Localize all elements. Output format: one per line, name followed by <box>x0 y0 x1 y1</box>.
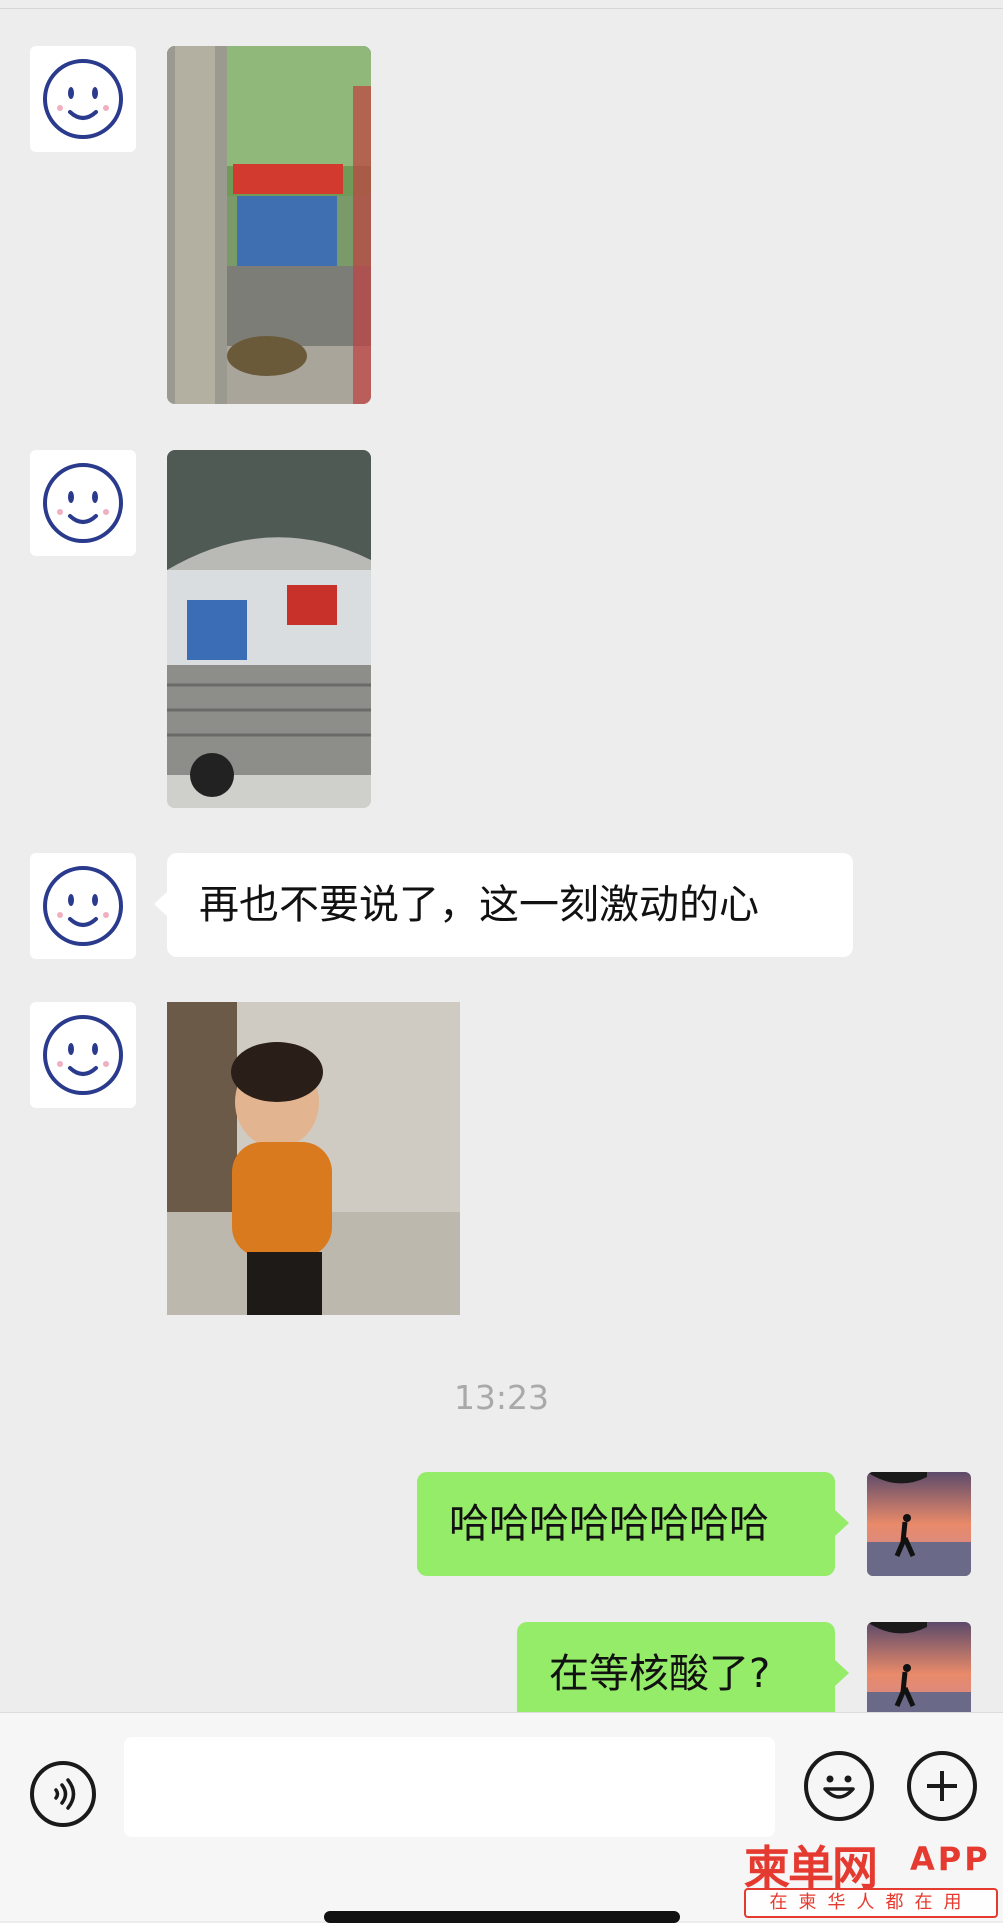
friend-avatar[interactable] <box>30 450 136 556</box>
home-indicator[interactable] <box>324 1911 680 1923</box>
watermark-app-label: APP <box>910 1840 991 1878</box>
smiley-face-icon <box>43 1015 123 1095</box>
photo-message-2[interactable] <box>167 450 371 808</box>
friend-avatar[interactable] <box>30 1002 136 1108</box>
received-text-bubble[interactable]: 再也不要说了，这一刻激动的心 <box>154 853 853 957</box>
top-divider <box>0 0 1003 9</box>
watermark: 柬单网 APP 在柬华人都在用 <box>744 1832 999 1918</box>
smiley-face-icon <box>43 463 123 543</box>
message-timestamp: 13:23 <box>453 1378 550 1417</box>
friend-avatar[interactable] <box>30 46 136 152</box>
message-input[interactable] <box>124 1737 775 1837</box>
smiley-face-icon <box>43 866 123 946</box>
sunset-silhouette-avatar-icon <box>867 1622 971 1726</box>
emoji-icon[interactable] <box>804 1751 874 1821</box>
sent-text-bubble[interactable]: 哈哈哈哈哈哈哈哈 <box>417 1472 849 1576</box>
voice-icon[interactable] <box>30 1761 96 1827</box>
my-avatar[interactable] <box>867 1622 971 1726</box>
sticker-gif-message[interactable] <box>167 1002 460 1315</box>
my-avatar[interactable] <box>867 1472 971 1576</box>
sent-text-bubble[interactable]: 在等核酸了? <box>517 1622 849 1726</box>
smiley-face-icon <box>43 59 123 139</box>
photo-message-1[interactable] <box>167 46 371 404</box>
watermark-tagline: 在柬华人都在用 <box>744 1888 998 1918</box>
sunset-silhouette-avatar-icon <box>867 1472 971 1576</box>
friend-avatar[interactable] <box>30 853 136 959</box>
plus-icon[interactable] <box>907 1751 977 1821</box>
